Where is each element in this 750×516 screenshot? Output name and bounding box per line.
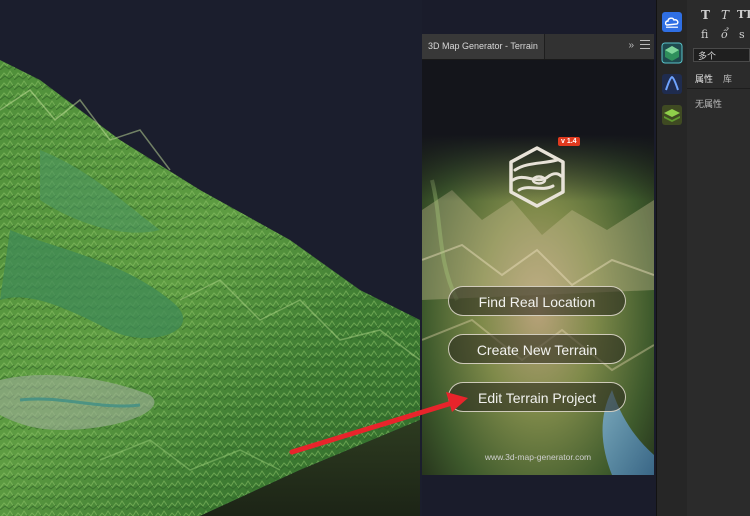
cloud-app-icon[interactable] xyxy=(661,11,683,33)
terrain-logo-icon xyxy=(509,146,565,208)
no-properties-message: 无属性 xyxy=(695,99,723,109)
plugin-panel: 3D Map Generator - Terrain » v 1.4 Find … xyxy=(422,34,654,475)
layer-stack-icon[interactable] xyxy=(661,104,683,126)
version-badge: v 1.4 xyxy=(558,137,580,146)
font-style-select[interactable]: 多个 xyxy=(693,48,750,62)
edit-terrain-project-button[interactable]: Edit Terrain Project xyxy=(448,382,626,412)
all-caps-icon[interactable]: TT xyxy=(737,8,750,21)
terrain-cube-icon[interactable] xyxy=(661,42,683,64)
terrain-image xyxy=(0,60,420,516)
create-new-terrain-button[interactable]: Create New Terrain xyxy=(448,334,626,364)
collapse-panel-icon[interactable]: » xyxy=(628,40,633,51)
italic-t-icon[interactable]: T xyxy=(721,8,729,22)
extension-icon-column xyxy=(656,0,688,516)
plugin-header: 3D Map Generator - Terrain » xyxy=(422,34,654,60)
swash-icon[interactable]: s xyxy=(739,28,745,41)
properties-tabs: 属性 库 xyxy=(687,70,750,89)
tab-library[interactable]: 库 xyxy=(723,72,732,85)
discretionary-ligature-icon[interactable]: ổ xyxy=(721,28,728,41)
website-link[interactable]: www.3d-map-generator.com xyxy=(422,452,654,462)
ligature-icon[interactable]: fi xyxy=(701,28,708,41)
bold-t-icon[interactable]: T xyxy=(701,8,710,22)
curve-a-icon[interactable] xyxy=(661,73,683,95)
panel-menu-icon[interactable] xyxy=(640,40,650,50)
plugin-tab-title[interactable]: 3D Map Generator - Terrain xyxy=(422,34,545,59)
properties-panel: T T TT fi ổ s 多个 属性 库 无属性 xyxy=(687,0,750,516)
tab-properties[interactable]: 属性 xyxy=(695,72,713,85)
plugin-content: v 1.4 Find Real Location Create New Terr… xyxy=(422,60,654,475)
find-real-location-button[interactable]: Find Real Location xyxy=(448,286,626,316)
canvas-terrain-render xyxy=(0,0,420,516)
